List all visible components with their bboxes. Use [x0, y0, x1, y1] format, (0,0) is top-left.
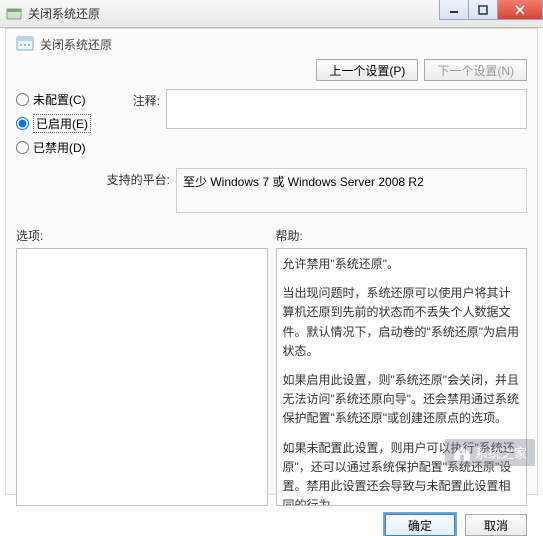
- options-pane: [16, 248, 268, 506]
- page-icon: [16, 35, 34, 53]
- help-label: 帮助:: [276, 227, 528, 244]
- window-titlebar: 关闭系统还原: [0, 0, 543, 28]
- radio-group: 未配置(C) 已启用(E) 已禁用(D): [16, 89, 106, 162]
- platform-value-box: 至少 Windows 7 或 Windows Server 2008 R2: [176, 168, 527, 213]
- window-controls: [440, 0, 543, 20]
- page-header: 关闭系统还原: [16, 35, 527, 53]
- nav-buttons: 上一个设置(P) 下一个设置(N): [16, 59, 527, 81]
- help-paragraph: 当出现问题时，系统还原可以使用户将其计算机还原到先前的状态而不丢失个人数据文件。…: [283, 284, 521, 361]
- help-paragraph: 允许禁用"系统还原"。: [283, 255, 521, 274]
- window-title: 关闭系统还原: [28, 5, 100, 22]
- radio-disabled[interactable]: [16, 141, 29, 154]
- help-paragraph: 如果启用此设置，则"系统还原"会关闭，并且无法访问"系统还原向导"。还会禁用通过…: [283, 371, 521, 429]
- platform-label: 支持的平台:: [106, 168, 176, 188]
- comment-textarea[interactable]: [166, 89, 527, 129]
- dialog-body: 关闭系统还原 上一个设置(P) 下一个设置(N) 未配置(C) 已启用(E) 已…: [5, 28, 538, 495]
- watermark: 系统之家: [445, 439, 535, 466]
- dialog-footer: 确定 取消: [16, 514, 527, 536]
- ok-button[interactable]: 确定: [385, 514, 455, 536]
- radio-enabled[interactable]: [16, 117, 29, 130]
- comment-label: 注释:: [106, 89, 166, 109]
- watermark-text: 系统之家: [475, 443, 527, 462]
- radio-disabled-label[interactable]: 已禁用(D): [33, 139, 86, 156]
- prev-setting-button[interactable]: 上一个设置(P): [316, 59, 418, 81]
- platform-value: 至少 Windows 7 或 Windows Server 2008 R2: [183, 175, 424, 189]
- app-icon: [6, 6, 22, 22]
- radio-enabled-label[interactable]: 已启用(E): [33, 114, 91, 133]
- close-button[interactable]: [497, 0, 543, 20]
- cancel-button[interactable]: 取消: [465, 514, 527, 536]
- next-setting-button[interactable]: 下一个设置(N): [424, 59, 527, 81]
- radio-not-configured[interactable]: [16, 93, 29, 106]
- page-title: 关闭系统还原: [40, 36, 112, 53]
- minimize-button[interactable]: [439, 0, 469, 20]
- maximize-button[interactable]: [468, 0, 498, 20]
- house-icon: [453, 444, 471, 462]
- help-pane: 允许禁用"系统还原"。 当出现问题时，系统还原可以使用户将其计算机还原到先前的状…: [276, 248, 528, 506]
- options-label: 选项:: [16, 227, 268, 244]
- radio-not-configured-label[interactable]: 未配置(C): [33, 91, 86, 108]
